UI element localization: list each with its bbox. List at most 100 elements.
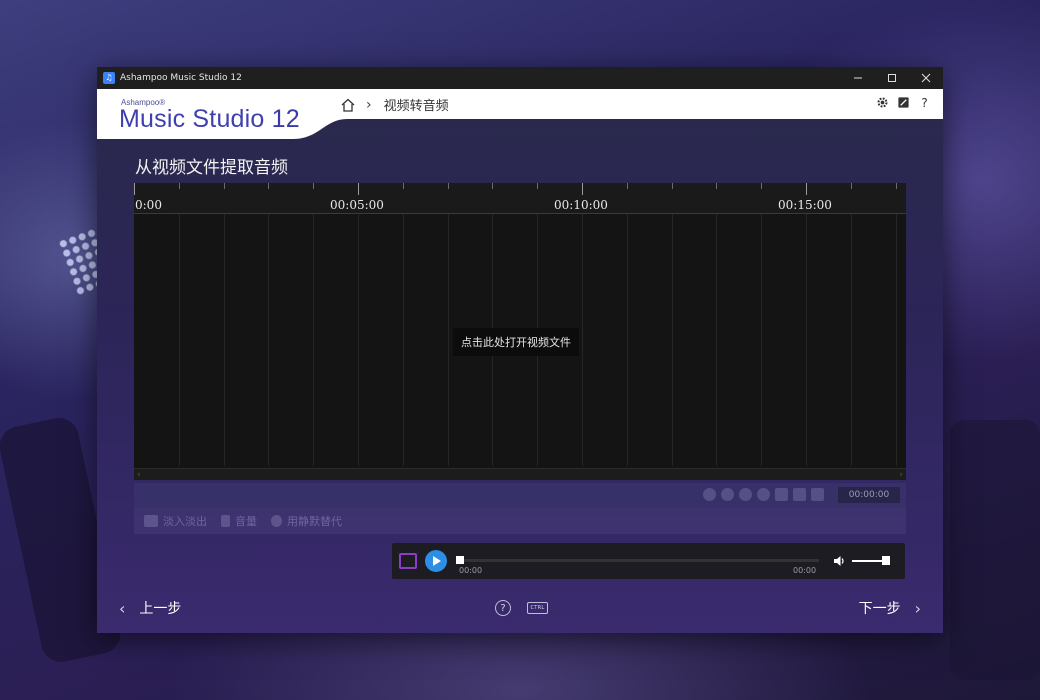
ruler-tick [716, 183, 717, 189]
time-total: 00:00 [793, 566, 817, 575]
breadcrumb-current: 视频转音频 [383, 99, 449, 114]
maximize-icon [888, 74, 896, 82]
media-player: 00:00 00:00 [392, 543, 905, 579]
scroll-left-icon[interactable]: ‹ [137, 469, 141, 481]
grid-line [582, 214, 583, 466]
loop-icon[interactable] [399, 553, 417, 569]
logo-text: Music Studio [119, 105, 265, 133]
prev-step-label: 上一步 [139, 601, 182, 617]
ruler-tick [403, 183, 404, 189]
grid-line [224, 214, 225, 466]
ruler-tick [179, 183, 180, 189]
home-icon[interactable] [340, 97, 356, 113]
fade-button[interactable]: 淡入淡出 [144, 513, 207, 529]
horizontal-scrollbar[interactable]: ‹ › [134, 468, 906, 480]
silence-icon [271, 515, 282, 527]
app-icon: ♫ [103, 72, 115, 84]
ruler-tick [627, 183, 628, 189]
header-tools: ? [876, 96, 931, 110]
grid-line [672, 214, 673, 466]
zoom-in-icon[interactable] [703, 488, 716, 501]
close-icon [921, 73, 931, 83]
ruler-tick [896, 183, 897, 189]
help-icon[interactable]: ? [918, 96, 931, 110]
next-step-label: 下一步 [858, 601, 901, 617]
chevron-left-icon: ‹ [119, 598, 126, 618]
speaker-icon [221, 515, 230, 527]
ruler-tick [582, 183, 583, 195]
logo: Music Studio 12 [119, 105, 300, 134]
grid-line [896, 214, 897, 466]
grid-line [806, 214, 807, 466]
ruler-tick [672, 183, 673, 189]
next-step-button[interactable]: 下一步 › [859, 598, 921, 618]
prev-step-button[interactable]: ‹ 上一步 [119, 598, 181, 618]
progress-handle[interactable] [456, 556, 464, 564]
undo-icon[interactable] [739, 488, 752, 501]
silence-label: 用静默替代 [287, 515, 342, 528]
volume-label: 音量 [235, 515, 257, 528]
progress-track[interactable] [459, 559, 819, 562]
grid-line [313, 214, 314, 466]
time-current: 00:00 [459, 566, 483, 575]
silence-button[interactable]: 用静默替代 [271, 513, 342, 529]
volume-handle[interactable] [882, 556, 890, 565]
breadcrumb: › 视频转音频 [340, 95, 449, 114]
app-header: Ashampoo® Music Studio 12 › 视频转音频 ? [97, 89, 943, 141]
logo-version: 12 [271, 105, 300, 133]
ruler-tick [537, 183, 538, 189]
redo-icon[interactable] [757, 488, 770, 501]
volume-button[interactable]: 音量 [221, 513, 257, 529]
grid-line [268, 214, 269, 466]
fade-label: 淡入淡出 [163, 515, 207, 528]
paste-icon[interactable] [811, 488, 824, 501]
chevron-right-icon: › [366, 96, 372, 113]
window-title: Ashampoo Music Studio 12 [120, 73, 242, 83]
close-button[interactable] [909, 67, 943, 89]
effects-bar: 淡入淡出 音量 用静默替代 [134, 508, 906, 534]
grid-line [716, 214, 717, 466]
grid-line [448, 214, 449, 466]
edit-toolbar: 00:00:00 [134, 483, 906, 508]
open-video-hint[interactable]: 点击此处打开视频文件 [453, 328, 579, 356]
timeline-ruler[interactable]: 0:00 00:05:00 00:10:00 00:15:00 [134, 183, 906, 214]
timeline-label: 00:15:00 [778, 198, 832, 212]
ruler-tick [851, 183, 852, 189]
window-controls [841, 67, 943, 89]
ruler-tick [313, 183, 314, 189]
ruler-tick [761, 183, 762, 189]
minimize-icon [854, 77, 862, 79]
copy-icon[interactable] [775, 488, 788, 501]
grid-line [403, 214, 404, 466]
scroll-right-icon[interactable]: › [899, 469, 903, 481]
ruler-tick [806, 183, 807, 195]
timeline-label: 00:10:00 [554, 198, 608, 212]
chevron-right-icon: › [914, 598, 921, 618]
page-title: 从视频文件提取音频 [135, 158, 288, 178]
help-button[interactable]: ? [495, 600, 511, 616]
maximize-button[interactable] [875, 67, 909, 89]
background-shape [950, 420, 1040, 680]
timeline-label: 00:05:00 [330, 198, 384, 212]
ruler-tick [492, 183, 493, 189]
ruler-tick [448, 183, 449, 189]
gear-icon[interactable] [876, 96, 889, 109]
timeline-panel[interactable]: 0:00 00:05:00 00:10:00 00:15:00 点击此处打开视频… [134, 183, 906, 480]
play-button[interactable] [425, 550, 447, 572]
minimize-button[interactable] [841, 67, 875, 89]
app-window: ♫ Ashampoo Music Studio 12 Ashampoo® Mus… [97, 67, 943, 633]
volume-slider[interactable] [852, 560, 886, 562]
edit-toolbar-icons [703, 488, 824, 501]
ruler-tick [358, 183, 359, 195]
cursor-time: 00:00:00 [838, 487, 900, 503]
cut-icon[interactable] [793, 488, 806, 501]
grid-line [761, 214, 762, 466]
speaker-icon[interactable] [832, 554, 846, 568]
ruler-tick [134, 183, 135, 195]
zoom-out-icon[interactable] [721, 488, 734, 501]
edit-icon[interactable] [897, 96, 910, 109]
title-bar: ♫ Ashampoo Music Studio 12 [97, 67, 943, 89]
grid-line [358, 214, 359, 466]
ctrl-button[interactable]: CTRL [527, 602, 548, 614]
grid-line [627, 214, 628, 466]
